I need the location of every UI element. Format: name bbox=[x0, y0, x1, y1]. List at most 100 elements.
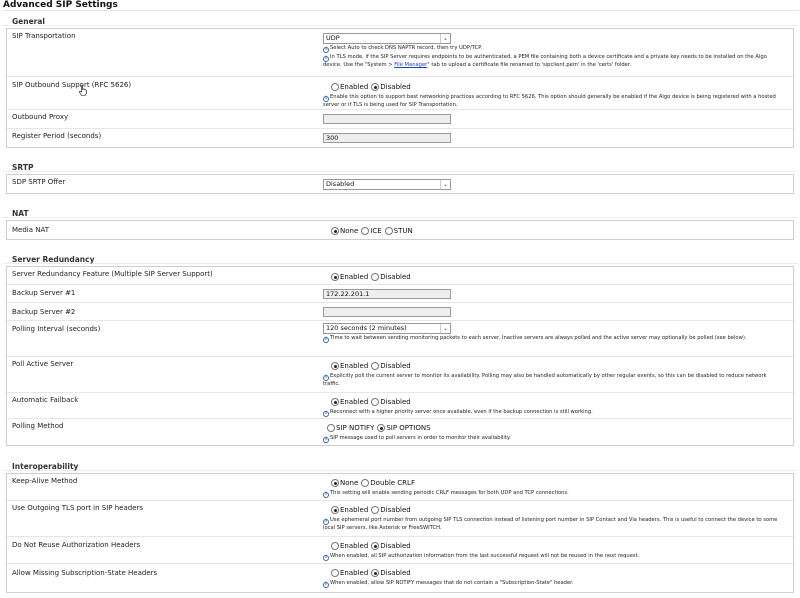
outbound-proxy-label: Outbound Proxy bbox=[12, 113, 69, 121]
outgoing-tls-label: Use Outgoing TLS port in SIP headers bbox=[12, 504, 144, 512]
no-reuse-auth-radios: Enabled Disabled bbox=[331, 541, 414, 551]
redundancy-box: Server Redundancy Feature (Multiple SIP … bbox=[6, 266, 794, 446]
missing-sub-state-radios: Enabled Disabled bbox=[331, 568, 414, 578]
info-icon: i bbox=[323, 337, 329, 343]
page-title: Advanced SIP Settings bbox=[3, 0, 799, 11]
outgoing-tls-disabled-radio[interactable] bbox=[371, 506, 380, 514]
media-nat-ice-radio[interactable] bbox=[361, 227, 370, 235]
radio-label: Disabled bbox=[380, 362, 411, 370]
row-poll-active-server: Poll Active Server Enabled Disabled i Exp… bbox=[7, 357, 793, 393]
help-text: Select Auto to check DNS NAPTR record, t… bbox=[330, 45, 483, 51]
section-interoperability: Interoperability bbox=[3, 462, 798, 471]
redundancy-disabled-radio[interactable] bbox=[371, 273, 380, 281]
redundancy-enabled-radio[interactable] bbox=[331, 273, 339, 281]
row-outbound-support: SIP Outbound Support (RFC 5626) Enabled … bbox=[7, 77, 793, 110]
row-polling-interval: Polling Interval (seconds) 120 seconds (… bbox=[7, 321, 793, 357]
row-register-period: Register Period (seconds) 300 bbox=[7, 129, 793, 148]
chevron-down-icon: ⌄ bbox=[440, 324, 450, 333]
section-nat: NAT bbox=[3, 209, 798, 218]
general-box: SIP Transportation UDP ⌄ i Select Auto to… bbox=[6, 28, 794, 148]
media-nat-none-radio[interactable] bbox=[331, 227, 339, 235]
row-polling-method: Polling Method SIP NOTIFY SIP OPTIONS iS… bbox=[7, 419, 793, 446]
file-manager-link[interactable]: File Manager bbox=[394, 62, 427, 68]
radio-label: STUN bbox=[393, 227, 413, 235]
radio-label: Double CRLF bbox=[370, 479, 415, 487]
poll-active-help: i Explicitly poll the current server to m… bbox=[323, 373, 783, 388]
outgoing-tls-enabled-radio[interactable] bbox=[331, 506, 339, 514]
redundancy-feature-label: Server Redundancy Feature (Multiple SIP … bbox=[12, 270, 213, 278]
failback-enabled-radio[interactable] bbox=[331, 398, 339, 406]
missing-sub-disabled-radio[interactable] bbox=[371, 569, 380, 577]
help-text: Explicitly poll the current server to mo… bbox=[323, 373, 767, 387]
radio-label: None bbox=[340, 479, 359, 487]
media-nat-label: Media NAT bbox=[12, 226, 50, 234]
radio-label: Enabled bbox=[340, 398, 369, 406]
no-reuse-auth-label: Do Not Reuse Authorization Headers bbox=[12, 541, 141, 549]
sip-options-radio[interactable] bbox=[377, 424, 386, 432]
radio-label: Enabled bbox=[340, 569, 369, 577]
radio-label: Enabled bbox=[340, 542, 369, 550]
sip-transportation-select[interactable]: UDP ⌄ bbox=[323, 33, 451, 44]
no-reuse-auth-help: i When enabled, all SIP authorization inf… bbox=[323, 553, 783, 561]
chevron-down-icon: ⌄ bbox=[440, 180, 450, 189]
outbound-enabled-radio[interactable] bbox=[331, 83, 339, 91]
row-sdp-srtp-offer: SDP SRTP Offer Disabled ⌄ bbox=[7, 175, 793, 194]
polling-method-label: Polling Method bbox=[12, 422, 64, 430]
redundancy-feature-radios: Enabled Disabled bbox=[331, 272, 414, 282]
radio-label: Disabled bbox=[380, 83, 411, 91]
media-nat-stun-radio[interactable] bbox=[384, 227, 393, 235]
backup-server-2-input[interactable] bbox=[323, 307, 451, 317]
backup-server-1-label: Backup Server #1 bbox=[12, 289, 76, 297]
no-reuse-enabled-radio[interactable] bbox=[331, 542, 339, 550]
polling-interval-select[interactable]: 120 seconds (2 minutes) ⌄ bbox=[323, 323, 451, 334]
section-title-interoperability: Interoperability bbox=[3, 462, 798, 471]
nat-box: Media NAT None ICE STUN bbox=[6, 220, 794, 240]
outbound-proxy-input[interactable] bbox=[323, 114, 451, 124]
help-text: When enabled, allow SIP NOTIFY messages … bbox=[330, 580, 574, 586]
hand-cursor-icon bbox=[79, 85, 87, 96]
sdp-srtp-offer-select[interactable]: Disabled ⌄ bbox=[323, 179, 451, 190]
register-period-label: Register Period (seconds) bbox=[12, 132, 102, 140]
section-title-server-redundancy: Server Redundancy bbox=[3, 255, 798, 264]
sip-transportation-value: UDP bbox=[326, 34, 340, 42]
backup-server-2-label: Backup Server #2 bbox=[12, 308, 76, 316]
outbound-support-label: SIP Outbound Support (RFC 5626) bbox=[12, 81, 132, 89]
backup-server-1-input[interactable]: 172.22.201.1 bbox=[323, 289, 451, 299]
sdp-srtp-offer-value: Disabled bbox=[326, 180, 355, 188]
help-text: This setting will enable sending periodi… bbox=[330, 490, 569, 496]
radio-label: Enabled bbox=[340, 362, 369, 370]
failback-disabled-radio[interactable] bbox=[371, 398, 380, 406]
keep-alive-label: Keep-Alive Method bbox=[12, 477, 78, 485]
info-icon: i bbox=[323, 47, 329, 53]
poll-active-disabled-radio[interactable] bbox=[371, 362, 380, 370]
radio-label: ICE bbox=[370, 227, 382, 235]
row-outgoing-tls: Use Outgoing TLS port in SIP headers Ena… bbox=[7, 501, 793, 537]
section-title-general: General bbox=[3, 17, 798, 26]
radio-label: Disabled bbox=[380, 398, 411, 406]
keep-alive-none-radio[interactable] bbox=[331, 479, 339, 487]
media-nat-radios: None ICE STUN bbox=[331, 226, 416, 236]
missing-sub-enabled-radio[interactable] bbox=[331, 569, 339, 577]
help-text: Time to wait between sending monitoring … bbox=[330, 335, 747, 341]
poll-active-radios: Enabled Disabled bbox=[331, 361, 414, 371]
radio-label: Enabled bbox=[340, 506, 369, 514]
outgoing-tls-radios: Enabled Disabled bbox=[331, 505, 414, 515]
section-server-redundancy: Server Redundancy bbox=[3, 255, 798, 264]
row-media-nat: Media NAT None ICE STUN bbox=[7, 221, 793, 240]
register-period-input[interactable]: 300 bbox=[323, 133, 451, 143]
section-title-nat: NAT bbox=[3, 209, 798, 218]
failback-help: i Reconnect with a higher priority server… bbox=[323, 409, 783, 417]
row-sip-transportation: SIP Transportation UDP ⌄ i Select Auto to… bbox=[7, 29, 793, 77]
keep-alive-crlf-radio[interactable] bbox=[361, 479, 370, 487]
polling-method-radios: SIP NOTIFY SIP OPTIONS bbox=[327, 423, 434, 433]
outbound-support-help: i Enable this option to support best netw… bbox=[323, 94, 783, 109]
outbound-disabled-radio[interactable] bbox=[371, 83, 380, 91]
poll-active-enabled-radio[interactable] bbox=[331, 362, 339, 370]
sdp-srtp-offer-label: SDP SRTP Offer bbox=[12, 178, 66, 186]
info-icon: i bbox=[323, 411, 329, 417]
row-keep-alive: Keep-Alive Method None Double CRLF i This… bbox=[7, 474, 793, 501]
info-icon: i bbox=[323, 555, 329, 561]
failback-radios: Enabled Disabled bbox=[331, 397, 414, 407]
no-reuse-disabled-radio[interactable] bbox=[371, 542, 380, 550]
sip-notify-radio[interactable] bbox=[327, 424, 335, 432]
